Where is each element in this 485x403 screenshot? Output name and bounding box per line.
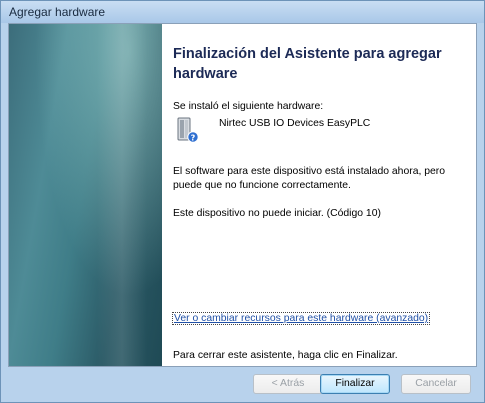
wizard-side-banner bbox=[9, 24, 162, 366]
wizard-content: Finalización del Asistente para agregar … bbox=[8, 23, 477, 367]
wizard-main-panel: Finalización del Asistente para agregar … bbox=[171, 24, 473, 366]
cancel-button[interactable]: Cancelar bbox=[401, 374, 471, 394]
back-button[interactable]: < Atrás bbox=[253, 374, 323, 394]
banner-light-streak bbox=[97, 24, 147, 366]
svg-text:?: ? bbox=[191, 133, 196, 142]
device-error-message: Este dispositivo no puede iniciar. (Códi… bbox=[173, 208, 381, 219]
device-row: ? Nirtec USB IO Devices EasyPLC bbox=[173, 116, 463, 146]
close-hint-text: Para cerrar este asistente, haga clic en… bbox=[173, 350, 398, 361]
finish-button[interactable]: Finalizar bbox=[320, 374, 390, 394]
software-status-message: El software para este dispositivo está i… bbox=[173, 166, 446, 191]
window-title: Agregar hardware bbox=[9, 5, 106, 19]
add-hardware-wizard-window: Agregar hardware Finalización del Asiste… bbox=[0, 0, 485, 403]
page-title: Finalización del Asistente para agregar … bbox=[173, 46, 442, 82]
installed-hardware-label: Se instaló el siguiente hardware: bbox=[173, 101, 324, 112]
title-bar[interactable]: Agregar hardware bbox=[1, 1, 484, 23]
view-change-resources-link[interactable]: Ver o cambiar recursos para este hardwar… bbox=[171, 312, 431, 325]
device-name: Nirtec USB IO Devices EasyPLC bbox=[219, 118, 371, 129]
device-unknown-icon: ? bbox=[177, 117, 199, 143]
